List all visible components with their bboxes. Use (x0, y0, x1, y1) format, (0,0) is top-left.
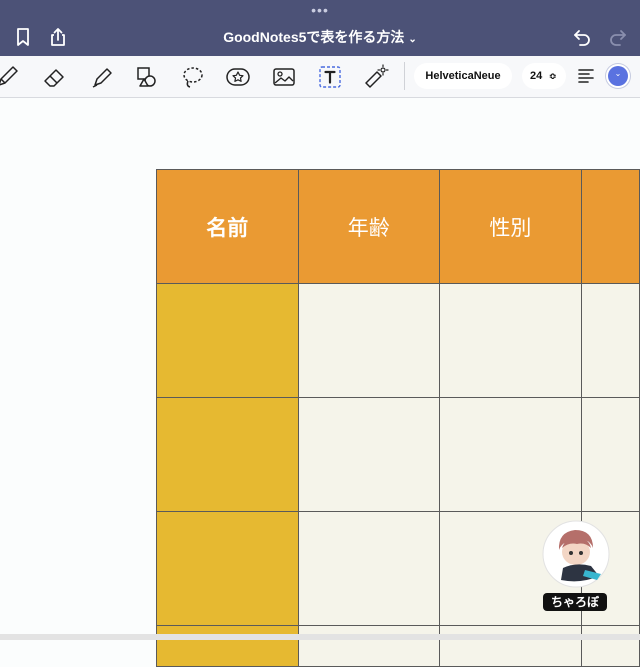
sticker-icon[interactable] (225, 64, 251, 90)
watermark-label: ちゃろぼ (543, 593, 607, 611)
laser-pointer-icon[interactable] (363, 64, 389, 90)
undo-icon[interactable] (571, 26, 593, 48)
table-header-cell[interactable]: 名前 (156, 169, 299, 284)
table-row (156, 625, 640, 667)
eraser-icon[interactable] (42, 64, 68, 90)
title-bar: ••• GoodNotes5で表を作る方法 ⌄ (0, 0, 640, 56)
table-cell[interactable] (439, 625, 582, 667)
table-cell[interactable] (580, 625, 640, 667)
page-bottom-edge (0, 634, 640, 640)
chevron-down-icon: ⌄ (408, 34, 417, 45)
table-cell[interactable] (156, 397, 299, 512)
document-title[interactable]: GoodNotes5で表を作る方法 ⌄ (0, 28, 640, 49)
avatar (542, 520, 610, 588)
table-cell[interactable] (156, 283, 299, 398)
shapes-icon[interactable] (134, 64, 160, 90)
table-cell[interactable] (580, 397, 640, 512)
table-cell[interactable] (439, 397, 582, 512)
table-row (156, 283, 640, 398)
redo-icon[interactable] (607, 26, 629, 48)
table-row (156, 397, 640, 512)
multitasking-dots[interactable]: ••• (0, 3, 640, 17)
chevron-updown-icon: ≎ (549, 71, 557, 81)
table-header-row: 名前 年齢 性別 (156, 169, 640, 284)
font-selector[interactable]: HelveticaNeue (414, 63, 512, 89)
toolbar-divider (404, 62, 405, 90)
table-cell[interactable] (439, 283, 582, 398)
table-cell[interactable] (297, 397, 441, 512)
lasso-icon[interactable] (180, 64, 206, 90)
table-header-cell[interactable] (580, 169, 640, 284)
font-size-selector[interactable]: 24 ≎ (522, 63, 566, 89)
table-cell[interactable] (156, 625, 299, 667)
align-left-icon[interactable] (577, 67, 595, 85)
color-picker[interactable]: ⌄ (608, 66, 628, 86)
image-icon[interactable] (271, 64, 297, 90)
table-header-cell[interactable]: 年齢 (297, 169, 441, 284)
pen-icon[interactable] (0, 64, 20, 90)
table-cell[interactable] (297, 511, 441, 626)
font-size-value: 24 (530, 70, 543, 82)
document-title-text: GoodNotes5で表を作る方法 (223, 29, 405, 45)
table-cell[interactable] (156, 511, 299, 626)
table-cell[interactable] (297, 625, 441, 667)
text-box-icon[interactable] (317, 64, 343, 90)
table-cell[interactable] (580, 283, 640, 398)
tool-bar: HelveticaNeue 24 ≎ ⌄ (0, 56, 640, 98)
highlighter-icon[interactable] (89, 64, 115, 90)
table-cell[interactable] (297, 283, 441, 398)
table-header-cell[interactable]: 性別 (439, 169, 582, 284)
chevron-down-icon: ⌄ (614, 69, 622, 78)
